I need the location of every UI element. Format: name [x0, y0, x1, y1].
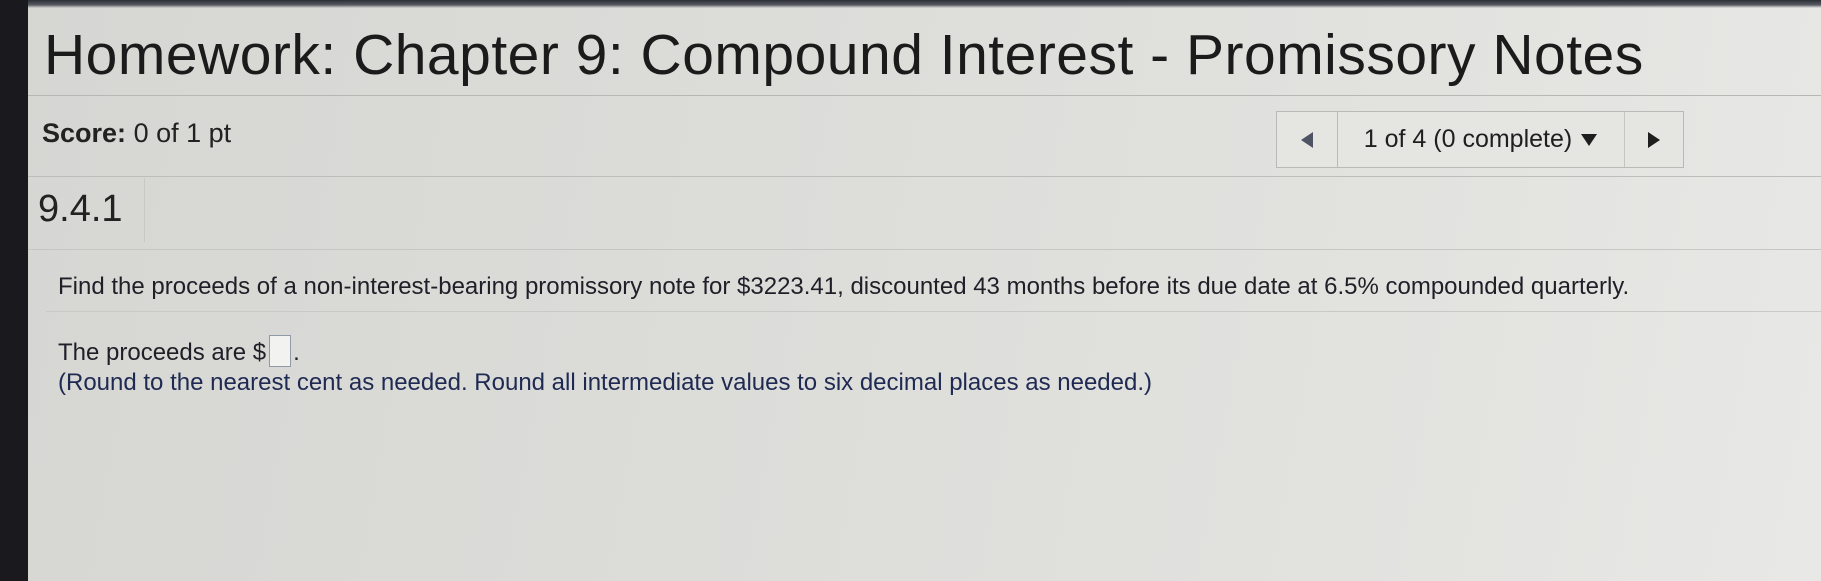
triangle-down-icon: [1581, 133, 1598, 146]
homework-screen: Homework: Chapter 9: Compound Interest -…: [28, 0, 1821, 581]
answer-line: The proceeds are $ .: [58, 335, 300, 367]
triangle-left-icon: [1301, 131, 1313, 148]
question-position-text: 1 of 4 (0 complete): [1363, 125, 1573, 153]
score-display: Score: 0 of 1 pt: [42, 118, 231, 149]
score-label: Score:: [42, 118, 127, 148]
question-navigator: 1 of 4 (0 complete): [1276, 111, 1684, 168]
score-value: 0 of 1 pt: [133, 118, 232, 148]
previous-question-button[interactable]: [1277, 112, 1338, 167]
divider: [28, 249, 1821, 250]
question-selector-dropdown[interactable]: 1 of 4 (0 complete): [1338, 112, 1625, 167]
window-top-edge: [28, 0, 1821, 8]
question-prompt: Find the proceeds of a non-interest-bear…: [58, 273, 1630, 300]
page-title: Homework: Chapter 9: Compound Interest -…: [44, 23, 1644, 87]
answer-suffix: .: [293, 339, 300, 366]
divider: [28, 95, 1821, 96]
question-number: 9.4.1: [38, 188, 123, 230]
divider: [28, 176, 1821, 177]
answer-input[interactable]: [269, 335, 292, 367]
divider: [46, 311, 1821, 312]
triangle-right-icon: [1648, 131, 1660, 148]
answer-prefix: The proceeds are $: [58, 339, 267, 366]
divider: [144, 178, 145, 242]
next-question-button[interactable]: [1625, 112, 1683, 167]
rounding-instructions: (Round to the nearest cent as needed. Ro…: [58, 369, 1152, 396]
